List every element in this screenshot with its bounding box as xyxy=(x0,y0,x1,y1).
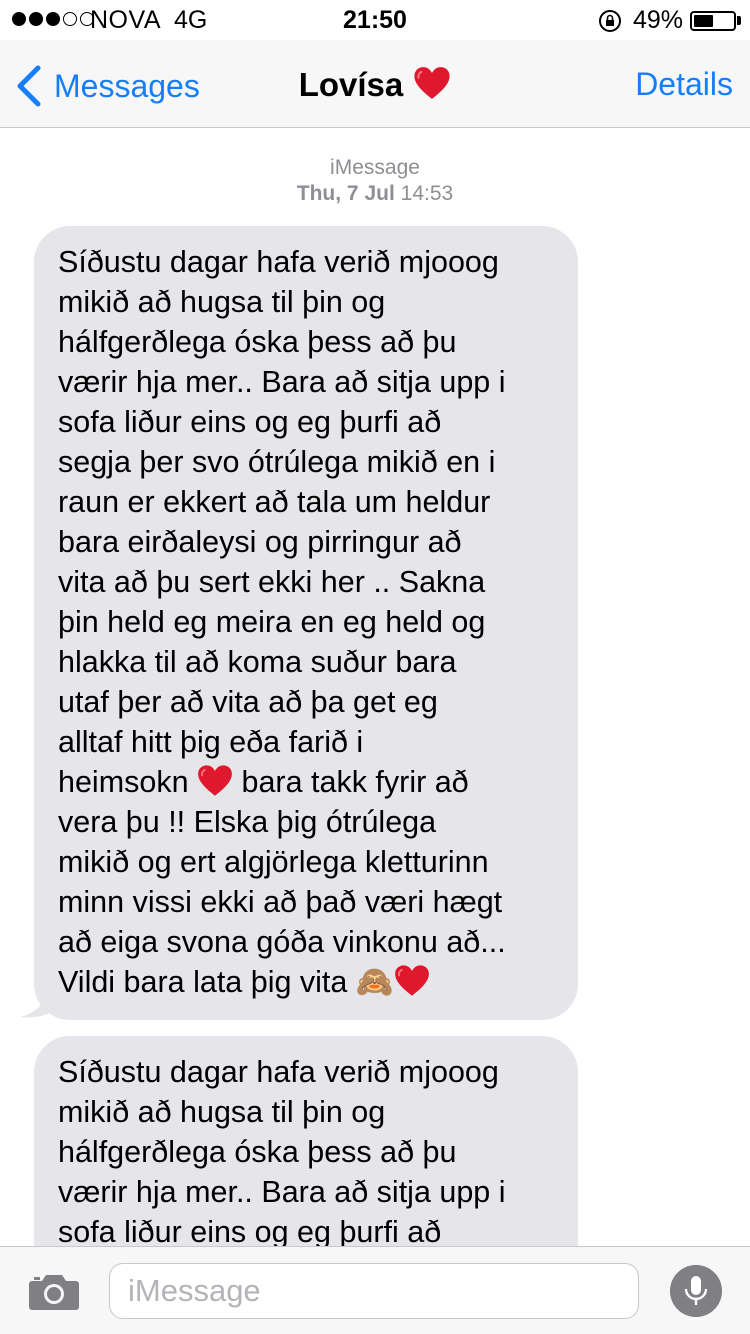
camera-icon[interactable] xyxy=(28,1271,80,1311)
message-bubble-received[interactable]: Síðustu dagar hafa verið mjooog mikið að… xyxy=(34,226,578,1020)
battery-tip xyxy=(737,16,741,25)
navigation-bar: Messages Lovísa Details xyxy=(0,40,750,128)
message-input[interactable] xyxy=(110,1264,638,1318)
red-heart-icon xyxy=(394,965,429,996)
details-button[interactable]: Details xyxy=(635,66,733,103)
composer-bar xyxy=(0,1246,750,1334)
battery-level-fill xyxy=(694,15,713,27)
thread-timestamp: iMessage Thu, 7 Jul 14:53 xyxy=(0,155,750,207)
message-thread[interactable]: iMessage Thu, 7 Jul 14:53 Síðustu dagar … xyxy=(0,129,750,1246)
battery-icon xyxy=(690,11,736,31)
message-date: Thu, 7 Jul xyxy=(296,182,395,205)
red-heart-icon xyxy=(414,67,450,99)
battery-percent: 49% xyxy=(633,6,684,34)
message-bubble-received[interactable]: Síðustu dagar hafa verið mjooog mikið að… xyxy=(34,1036,578,1246)
status-bar: NOVA 4G 21:50 49% xyxy=(0,0,750,40)
see-no-evil-monkey-emoji: 🙈 xyxy=(355,965,394,999)
contact-name: Lovísa xyxy=(298,66,404,103)
message-text: bara takk fyrir að vera þu !! Elska þig … xyxy=(58,765,506,999)
message-text: Síðustu dagar hafa verið mjooog mikið að… xyxy=(58,1055,506,1246)
message-text: Síðustu dagar hafa verið mjooog mikið að… xyxy=(58,245,506,799)
service-label: iMessage xyxy=(330,156,420,179)
message-time: 14:53 xyxy=(400,182,454,205)
rotation-lock-icon xyxy=(599,10,621,32)
microphone-icon[interactable] xyxy=(670,1265,722,1317)
red-heart-icon xyxy=(198,765,232,796)
message-input-field[interactable] xyxy=(109,1263,639,1319)
